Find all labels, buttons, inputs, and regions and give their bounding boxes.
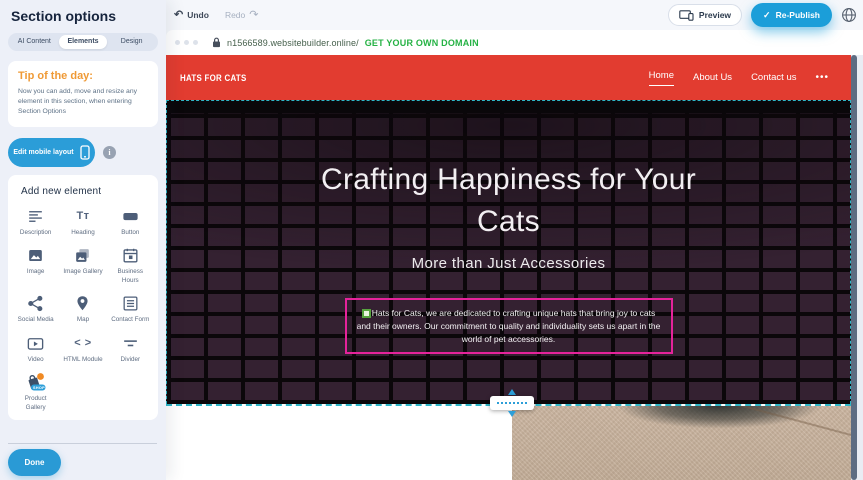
element-heading[interactable]: Tт Heading (59, 207, 106, 238)
site-preview: HATS FOR CATS Home About Us Contact us •… (166, 55, 863, 480)
hero-paragraph-selected[interactable]: Hats for Cats, we are dedicated to craft… (345, 298, 673, 354)
scrollbar-thumb[interactable] (851, 55, 857, 480)
tab-ai-content[interactable]: AI Content (10, 35, 59, 49)
tab-design[interactable]: Design (107, 35, 156, 49)
add-element-heading: Add new element (12, 186, 154, 197)
smartphone-icon (80, 145, 90, 160)
browser-bar: n1566589.websitebuilder.online/ GET YOUR… (166, 30, 863, 55)
browser-dot (193, 40, 198, 45)
element-html-module[interactable]: < > HTML Module (59, 334, 106, 365)
video-icon (26, 334, 45, 353)
hero-subheading[interactable]: More than Just Accessories (167, 255, 850, 272)
contact-form-icon (121, 294, 140, 313)
browser-dot (175, 40, 180, 45)
site-url: n1566589.websitebuilder.online/ (227, 38, 359, 48)
svg-text:SHOP: SHOP (33, 386, 45, 390)
browser-dot (184, 40, 189, 45)
element-button[interactable]: Button (107, 207, 154, 238)
product-gallery-icon: SHOP (23, 373, 49, 392)
lock-icon (212, 37, 221, 48)
main-area: ↶ Undo Redo ↷ Preview ✓ (166, 0, 863, 480)
undo-button[interactable]: ↶ Undo (174, 10, 209, 21)
hero-section[interactable]: Crafting Happiness for Your Cats More th… (166, 100, 851, 404)
nav-more-icon[interactable]: ••• (815, 76, 829, 80)
map-icon (73, 294, 92, 313)
preview-scrollbar[interactable] (851, 55, 863, 480)
site-logo[interactable]: HATS FOR CATS (180, 73, 246, 83)
element-contact-form[interactable]: Contact Form (107, 294, 154, 325)
redo-icon: ↷ (249, 10, 258, 21)
undo-icon: ↶ (174, 10, 183, 21)
divider-icon (121, 334, 140, 353)
republish-button[interactable]: ✓ Re-Publish (751, 3, 832, 27)
panel-tabs: AI Content Elements Design (8, 33, 158, 51)
get-own-domain-link[interactable]: GET YOUR OWN DOMAIN (365, 38, 479, 48)
element-image[interactable]: Image (12, 246, 59, 285)
element-drag-handle[interactable] (362, 309, 371, 318)
site-nav: Home About Us Contact us ••• (649, 70, 829, 86)
section-resize-handle[interactable] (490, 389, 534, 417)
resize-handle-pill (490, 396, 534, 410)
element-image-gallery[interactable]: Image Gallery (59, 246, 106, 285)
carpet-photo (512, 406, 851, 480)
image-icon (26, 246, 45, 265)
resize-handle-dots (497, 402, 527, 404)
element-video[interactable]: Video (12, 334, 59, 365)
hero-heading[interactable]: Crafting Happiness for Your Cats (294, 159, 724, 243)
devices-icon (679, 10, 694, 21)
add-element-card: Add new element Description Tт Heading (8, 175, 158, 421)
business-hours-icon (121, 246, 140, 265)
nav-about-us[interactable]: About Us (693, 72, 732, 83)
tip-of-the-day-card: Tip of the day: Now you can add, move an… (8, 61, 158, 127)
republish-label: Re-Publish (776, 10, 820, 20)
info-icon[interactable]: i (103, 146, 116, 159)
resize-arrow-down-icon (508, 411, 516, 417)
tip-heading: Tip of the day: (18, 70, 148, 82)
site-header: HATS FOR CATS Home About Us Contact us •… (166, 55, 851, 100)
social-media-icon (26, 294, 45, 313)
edit-mobile-layout-button[interactable]: Edit mobile layout (8, 138, 95, 167)
image-gallery-icon (73, 246, 92, 265)
nav-home[interactable]: Home (649, 70, 674, 86)
undo-label: Undo (187, 10, 209, 20)
tip-body: Now you can add, move and resize any ele… (18, 87, 148, 117)
top-toolbar: ↶ Undo Redo ↷ Preview ✓ (166, 0, 863, 30)
element-divider[interactable]: Divider (107, 334, 154, 365)
carpet-seam (653, 406, 851, 440)
redo-label: Redo (225, 10, 245, 20)
heading-icon: Tт (76, 207, 89, 226)
element-business-hours[interactable]: Business Hours (107, 246, 154, 285)
panel-divider (8, 443, 157, 444)
element-social-media[interactable]: Social Media (12, 294, 59, 325)
element-description[interactable]: Description (12, 207, 59, 238)
element-product-gallery[interactable]: SHOP Product Gallery (12, 373, 59, 412)
description-icon (26, 207, 45, 226)
check-icon: ✓ (763, 10, 771, 21)
button-icon (121, 207, 140, 226)
html-module-icon: < > (74, 334, 91, 353)
globe-icon[interactable] (841, 7, 857, 23)
resize-arrow-up-icon (508, 389, 516, 395)
nav-contact-us[interactable]: Contact us (751, 72, 796, 83)
preview-button[interactable]: Preview (668, 4, 742, 26)
tab-elements[interactable]: Elements (59, 35, 108, 49)
app-window: Section options AI Content Elements Desi… (0, 0, 863, 480)
done-button[interactable]: Done (8, 449, 61, 476)
redo-button[interactable]: Redo ↷ (225, 10, 259, 21)
page-title: Section options (0, 0, 166, 24)
hero-paragraph-text: Hats for Cats, we are dedicated to craft… (357, 308, 661, 344)
preview-label: Preview (699, 10, 731, 20)
element-grid: Description Tт Heading Button (12, 207, 154, 413)
element-map[interactable]: Map (59, 294, 106, 325)
edit-mobile-layout-label: Edit mobile layout (13, 149, 73, 156)
section-options-panel: Section options AI Content Elements Desi… (0, 0, 166, 480)
